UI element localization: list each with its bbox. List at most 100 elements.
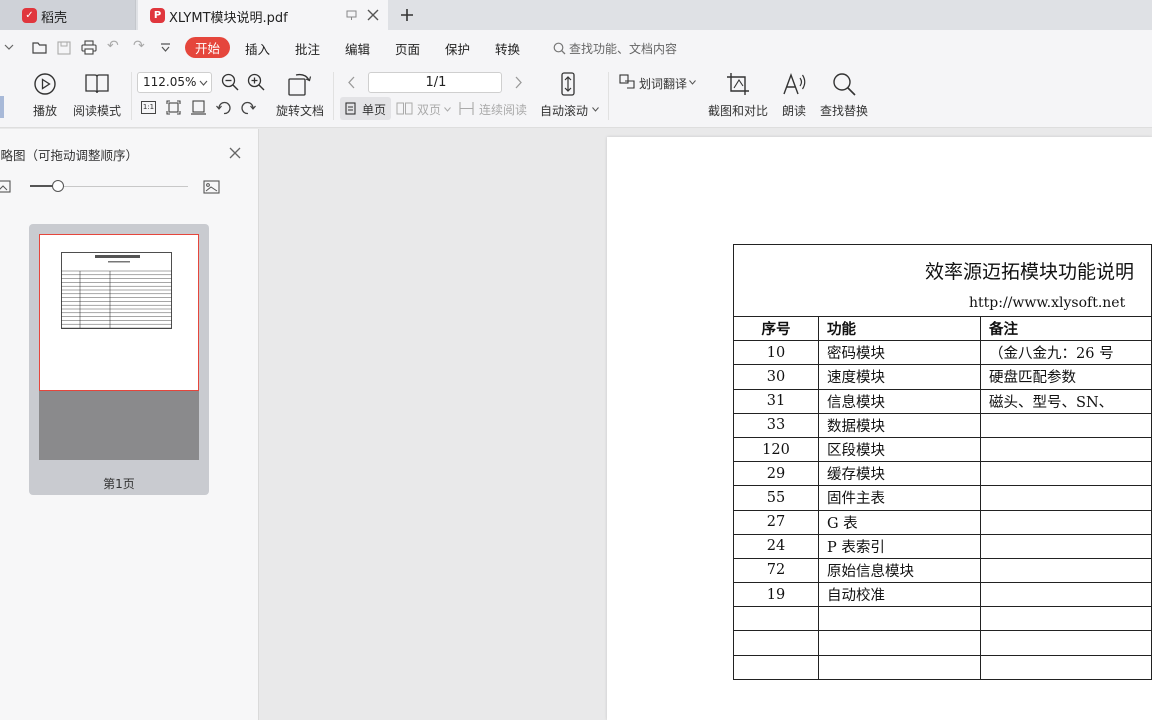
table-row: 24 P 表索引 xyxy=(733,533,1152,559)
menu-page[interactable]: 页面 xyxy=(395,39,420,58)
table-cell xyxy=(980,630,1152,656)
table-header-cell: 备注 xyxy=(980,315,1152,342)
tab-label: XLYMT模块说明.pdf xyxy=(169,11,288,26)
table-row: 27 G 表 xyxy=(733,509,1152,535)
read-mode-button[interactable]: 阅读模式 xyxy=(73,102,121,119)
rotate-document-button[interactable]: 旋转文档 xyxy=(276,102,324,119)
previous-page-icon[interactable] xyxy=(347,76,356,89)
open-folder-icon[interactable] xyxy=(32,41,48,54)
small-image-icon[interactable] xyxy=(0,180,12,194)
table-row xyxy=(733,654,1152,680)
zoom-in-icon[interactable] xyxy=(247,73,265,91)
separator xyxy=(608,72,609,120)
table-cell xyxy=(817,654,982,680)
large-image-icon[interactable] xyxy=(203,180,221,195)
menu-protect[interactable]: 保护 xyxy=(445,39,470,58)
menu-insert[interactable]: 插入 xyxy=(245,39,270,58)
table-cell xyxy=(980,461,1152,487)
close-tab-icon[interactable] xyxy=(367,9,379,21)
table-cell: 19 xyxy=(733,582,819,608)
play-icon[interactable] xyxy=(33,72,57,96)
table-cell xyxy=(980,606,1152,632)
table-row: 120 区段模块 xyxy=(733,436,1152,463)
thumbnail-page-preview xyxy=(39,234,199,391)
table-cell xyxy=(733,606,819,632)
auto-scroll-button[interactable]: 自动滚动 xyxy=(540,102,588,119)
fit-page-icon[interactable] xyxy=(166,100,181,115)
page-number-input[interactable]: 1/1 xyxy=(368,72,502,93)
zoom-value: 112.05% xyxy=(143,75,197,89)
table-cell: 速度模块 xyxy=(817,364,982,390)
single-page-icon xyxy=(345,102,356,115)
table-header-cell: 功能 xyxy=(817,315,982,342)
separator xyxy=(131,72,132,120)
table-row: 29 缓存模块 xyxy=(733,461,1152,487)
table-cell: 72 xyxy=(733,557,819,584)
table-cell: 10 xyxy=(733,340,819,366)
thumbnail-empty-area xyxy=(39,391,199,460)
read-mode-icon[interactable] xyxy=(84,72,110,96)
thumbnail-size-slider[interactable] xyxy=(30,180,188,192)
find-replace-button[interactable]: 查找替换 xyxy=(820,102,868,119)
menu-annotate[interactable]: 批注 xyxy=(295,39,320,58)
table-cell: 24 xyxy=(733,533,819,559)
collapsed-indicator xyxy=(0,96,4,118)
find-replace-icon[interactable] xyxy=(831,71,857,97)
slider-handle[interactable] xyxy=(52,180,65,192)
table-cell xyxy=(980,557,1152,584)
page-label: 第1页 xyxy=(103,477,135,491)
double-page-button[interactable]: 双页 xyxy=(417,101,441,118)
rotate-document-icon[interactable] xyxy=(286,71,314,97)
page-number-value: 1/1 xyxy=(425,75,447,90)
zoom-out-icon[interactable] xyxy=(221,73,239,91)
table-cell: 原始信息模块 xyxy=(817,557,982,584)
screenshot-compare-icon[interactable] xyxy=(725,71,751,97)
table-cell: （金八金九：26 号 xyxy=(980,340,1152,366)
page-thumbnail[interactable]: 第1页 xyxy=(29,224,209,495)
read-aloud-icon[interactable] xyxy=(781,71,807,97)
table-cell xyxy=(980,654,1152,680)
read-aloud-button[interactable]: 朗读 xyxy=(782,102,806,119)
save-icon[interactable] xyxy=(57,41,71,55)
menu-edit[interactable]: 编辑 xyxy=(345,39,370,58)
menu-convert[interactable]: 转换 xyxy=(495,39,520,58)
chevron-down-icon[interactable] xyxy=(4,44,14,51)
table-cell: 区段模块 xyxy=(817,436,982,463)
document-url: http://www.xlysoft.net xyxy=(969,295,1126,311)
continuous-read-icon[interactable] xyxy=(459,102,474,115)
table-cell xyxy=(980,412,1152,438)
table-row: 31 信息模块 磁头、型号、SN、 xyxy=(733,388,1152,414)
actual-size-icon[interactable]: 1:1 xyxy=(141,101,156,114)
single-page-button[interactable]: 单页 xyxy=(340,97,391,120)
tab-label: 稻壳 xyxy=(41,11,68,26)
table-cell: 55 xyxy=(733,485,819,511)
undo-icon[interactable]: ↶ xyxy=(107,38,119,54)
more-dropdown-icon[interactable] xyxy=(160,43,171,52)
table-cell: 密码模块 xyxy=(817,340,982,366)
play-button[interactable]: 播放 xyxy=(33,102,57,119)
module-table: 效率源迈拓模块功能说明 http://www.xlysoft.net 序号 功能 备注 1… xyxy=(733,244,1152,680)
search-input[interactable]: 查找功能、文档内容 xyxy=(569,40,677,57)
translate-icon[interactable] xyxy=(619,74,636,89)
new-tab-icon[interactable] xyxy=(400,8,414,22)
tab-document[interactable]: P XLYMT模块说明.pdf xyxy=(138,0,388,30)
word-translate-button[interactable]: 划词翻译 xyxy=(639,75,687,92)
fit-width-icon[interactable] xyxy=(191,100,206,115)
auto-scroll-icon[interactable] xyxy=(556,71,580,97)
menu-start[interactable]: 开始 xyxy=(185,37,230,58)
zoom-select[interactable]: 112.05% xyxy=(137,72,212,93)
document-page: 效率源迈拓模块功能说明 http://www.xlysoft.net 序号 功能 备注 1… xyxy=(607,137,1152,720)
rotate-right-icon[interactable] xyxy=(241,100,256,115)
double-page-icon[interactable] xyxy=(396,102,413,115)
table-cell xyxy=(980,509,1152,535)
redo-icon[interactable]: ↷ xyxy=(133,38,145,54)
continuous-read-button[interactable]: 连续阅读 xyxy=(479,101,527,118)
tab-daoke[interactable]: ✓ 稻壳 xyxy=(0,0,136,30)
print-icon[interactable] xyxy=(81,40,97,55)
close-panel-icon[interactable] xyxy=(229,147,241,159)
screenshot-compare-button[interactable]: 截图和对比 xyxy=(708,102,768,119)
table-row: 30 速度模块 硬盘匹配参数 xyxy=(733,364,1152,390)
rotate-left-icon[interactable] xyxy=(216,100,231,115)
pin-icon[interactable] xyxy=(346,10,358,21)
next-page-icon[interactable] xyxy=(514,76,523,89)
